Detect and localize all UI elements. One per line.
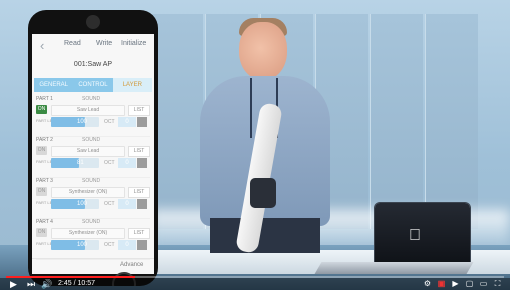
phone-camera-icon xyxy=(86,15,100,29)
part-name: PART 2 xyxy=(36,137,53,143)
next-icon[interactable]: ⏭ xyxy=(27,279,35,289)
part-on-toggle[interactable]: ON xyxy=(36,228,47,237)
volume-icon[interactable]: 🔊 xyxy=(41,279,52,289)
list-button[interactable]: LIST xyxy=(128,105,150,116)
oct-label: OCT xyxy=(104,119,115,125)
right-controls: ⚙ ▣ ▶ ▢ ▭ ⛶ xyxy=(423,279,502,289)
part-level-slider[interactable]: 100 xyxy=(51,117,99,127)
oct-label: OCT xyxy=(104,242,115,248)
part-name: PART 1 xyxy=(36,96,53,102)
part-level-value: 81 xyxy=(77,160,84,166)
presenter-pants xyxy=(210,218,320,253)
oct-label: OCT xyxy=(104,160,115,166)
oct-value[interactable]: 0 xyxy=(118,240,136,250)
part-row: PART 3 SOUND ON Synthesizer (ON) LIST PA… xyxy=(36,178,150,219)
youtube-logo-icon[interactable]: ▶ xyxy=(451,279,460,289)
sound-label: SOUND xyxy=(82,96,101,102)
part-level-value: 100 xyxy=(77,201,88,207)
advance-button[interactable]: Advance xyxy=(120,262,143,268)
oct-label: OCT xyxy=(104,201,115,207)
bottom-bar: Advance xyxy=(32,258,154,273)
parts-list: PART 1 SOUND ON Saw Lead LIST PART LEVEL… xyxy=(36,96,150,260)
part-on-toggle[interactable]: ON xyxy=(36,187,47,196)
part-name: PART 4 xyxy=(36,219,53,225)
play-icon[interactable]: ▶ xyxy=(10,279,18,289)
oct-value[interactable]: 0 xyxy=(118,117,136,127)
laptop-screen xyxy=(375,203,470,267)
chevron-left-icon[interactable]: ‹ xyxy=(40,38,44,53)
list-button[interactable]: LIST xyxy=(128,228,150,239)
laptop-base xyxy=(314,262,474,274)
video-frame[interactable]:  ‹ Read Write Initialize 001:Saw AP GEN… xyxy=(0,0,510,290)
wall-panel xyxy=(370,14,423,229)
sound-label: SOUND xyxy=(82,178,101,184)
subtitles-icon[interactable]: ▣ xyxy=(437,279,446,289)
read-button[interactable]: Read xyxy=(64,40,81,47)
patch-title: 001:Saw AP xyxy=(73,61,113,68)
part-on-toggle[interactable]: ON xyxy=(36,146,47,155)
sound-label: SOUND xyxy=(82,219,101,225)
settings-icon[interactable]: ⚙ xyxy=(423,279,432,289)
write-button[interactable]: Write xyxy=(96,40,112,47)
tab-bar: GENERAL CONTROL LAYER xyxy=(34,78,152,92)
theater-icon[interactable]: ▭ xyxy=(479,279,488,289)
sound-field[interactable]: Synthesizer (ON) xyxy=(51,187,125,198)
presenter-head xyxy=(239,22,287,80)
part-level-slider[interactable]: 100 xyxy=(51,199,99,209)
apple-logo-icon:  xyxy=(409,227,421,245)
part-level-value: 100 xyxy=(77,119,88,125)
sound-field[interactable]: Synthesizer (ON) xyxy=(51,228,125,239)
part-level-slider[interactable]: 100 xyxy=(51,240,99,250)
fullscreen-icon[interactable]: ⛶ xyxy=(493,279,502,289)
oct-value[interactable]: 0 xyxy=(118,199,136,209)
part-name: PART 3 xyxy=(36,178,53,184)
initialize-button[interactable]: Initialize xyxy=(121,40,146,47)
sound-field[interactable]: Saw Lead xyxy=(51,146,125,157)
oct-handle[interactable] xyxy=(137,158,147,168)
part-row: PART 1 SOUND ON Saw Lead LIST PART LEVEL… xyxy=(36,96,150,137)
phone-overlay: ‹ Read Write Initialize 001:Saw AP GENER… xyxy=(28,10,158,286)
part-level-slider[interactable]: 81 xyxy=(51,158,99,168)
oct-value[interactable]: 0 xyxy=(118,158,136,168)
tab-layer[interactable]: LAYER xyxy=(112,78,152,92)
tab-general[interactable]: GENERAL xyxy=(34,78,74,92)
list-button[interactable]: LIST xyxy=(128,187,150,198)
oct-handle[interactable] xyxy=(137,199,147,209)
oct-handle[interactable] xyxy=(137,240,147,250)
part-level-value: 100 xyxy=(77,242,88,248)
nav-bar: ‹ Read Write Initialize xyxy=(32,34,154,56)
list-button[interactable]: LIST xyxy=(128,146,150,157)
sound-label: SOUND xyxy=(82,137,101,143)
time-display: 2:45 / 10:57 xyxy=(58,280,95,287)
part-on-toggle[interactable]: ON xyxy=(36,105,47,114)
oct-handle[interactable] xyxy=(137,117,147,127)
miniplayer-icon[interactable]: ▢ xyxy=(465,279,474,289)
tab-control[interactable]: CONTROL xyxy=(73,78,113,92)
presenter xyxy=(190,18,340,254)
part-row: PART 2 SOUND ON Saw Lead LIST PART LEVEL… xyxy=(36,137,150,178)
player-controls: ▶ ⏭ 🔊 2:45 / 10:57 ⚙ ▣ ▶ ▢ ▭ ⛶ xyxy=(0,278,510,290)
wall-panel xyxy=(425,14,478,229)
part-row: PART 4 SOUND ON Synthesizer (ON) LIST PA… xyxy=(36,219,150,260)
part-level-fill xyxy=(51,158,79,168)
instrument-head xyxy=(250,178,276,208)
phone-screen: ‹ Read Write Initialize 001:Saw AP GENER… xyxy=(32,34,154,274)
sound-field[interactable]: Saw Lead xyxy=(51,105,125,116)
